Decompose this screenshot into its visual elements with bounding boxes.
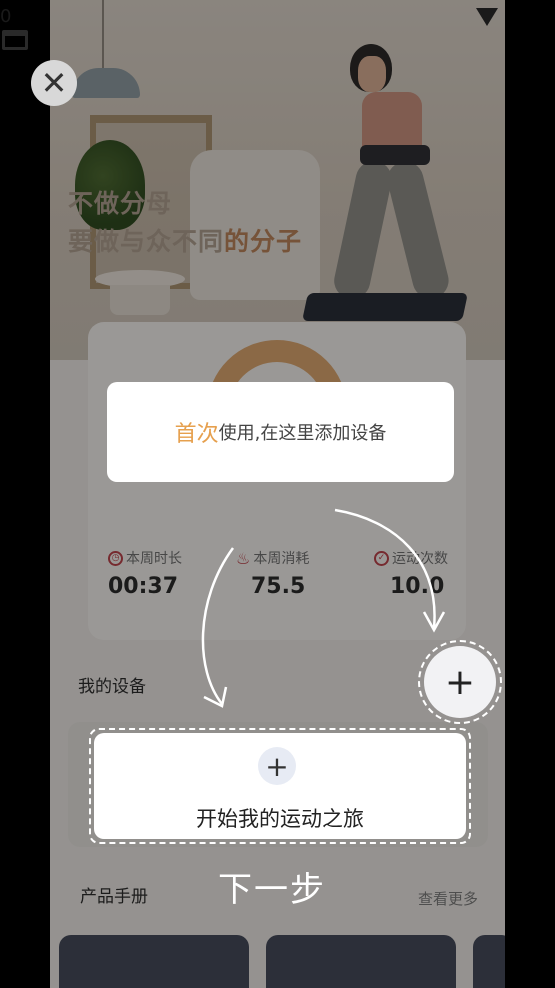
arrow-to-start-card <box>201 547 235 705</box>
arrowhead-icon <box>203 686 228 708</box>
arrow-to-add-button <box>334 508 436 629</box>
plus-icon: + <box>258 747 296 785</box>
add-device-button[interactable]: + <box>424 646 496 718</box>
plus-icon: + <box>444 661 476 703</box>
start-journey-label: 开始我的运动之旅 <box>196 807 364 831</box>
next-step-button[interactable]: 下一步 <box>218 862 326 911</box>
start-journey-card[interactable]: + 开始我的运动之旅 <box>94 733 466 839</box>
